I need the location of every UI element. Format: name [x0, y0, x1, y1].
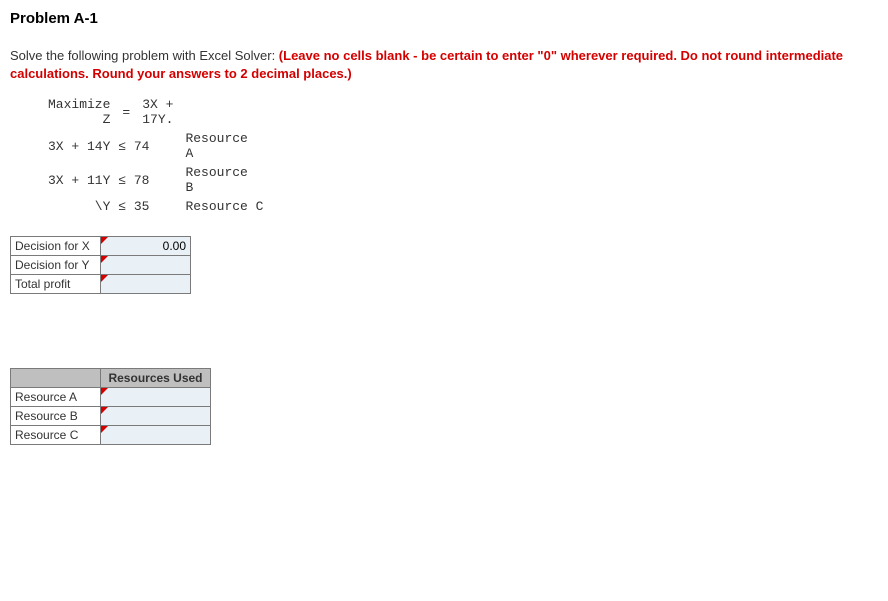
- constraint-3-label: Resource C: [179, 197, 269, 216]
- resource-b-cell[interactable]: [101, 407, 211, 426]
- table-row: Resource C: [11, 426, 211, 445]
- row-label: Total profit: [11, 275, 101, 294]
- total-profit-cell[interactable]: [101, 275, 191, 294]
- constraint-3: \Y ≤ 35: [42, 197, 179, 216]
- row-label: Resource C: [11, 426, 101, 445]
- row-label: Resource B: [11, 407, 101, 426]
- table-row: Decision for X: [11, 237, 191, 256]
- resource-c-cell[interactable]: [101, 426, 211, 445]
- decision-y-cell[interactable]: [101, 256, 191, 275]
- intro-text: Solve the following problem with Excel S…: [10, 47, 878, 83]
- validation-indicator-icon: [101, 407, 108, 414]
- resources-used-header: Resources Used: [101, 369, 211, 388]
- lp-formulation: Maximize Z = 3X + 17Y. 3X + 14Y ≤ 74 Res…: [42, 95, 878, 216]
- table-row: Resource B: [11, 407, 211, 426]
- row-label: Decision for X: [11, 237, 101, 256]
- objective-right: 3X + 17Y.: [136, 95, 179, 129]
- decision-table: Decision for X Decision for Y Total prof…: [10, 236, 191, 294]
- decision-x-cell[interactable]: [101, 237, 191, 256]
- decision-y-input[interactable]: [101, 256, 190, 274]
- table-row: Decision for Y: [11, 256, 191, 275]
- constraint-1-label: Resource A: [179, 129, 269, 163]
- table-header-row: Resources Used: [11, 369, 211, 388]
- header-blank: [11, 369, 101, 388]
- validation-indicator-icon: [101, 256, 108, 263]
- total-profit-input[interactable]: [101, 275, 190, 293]
- constraint-2: 3X + 11Y ≤ 78: [42, 163, 179, 197]
- resources-table: Resources Used Resource A Resource B Res…: [10, 368, 211, 445]
- intro-plain: Solve the following problem with Excel S…: [10, 48, 279, 63]
- row-label: Resource A: [11, 388, 101, 407]
- constraint-2-label: Resource B: [179, 163, 269, 197]
- decision-x-input[interactable]: [101, 237, 190, 255]
- page-title: Problem A-1: [10, 10, 878, 27]
- validation-indicator-icon: [101, 275, 108, 282]
- resource-a-cell[interactable]: [101, 388, 211, 407]
- validation-indicator-icon: [101, 237, 108, 244]
- constraint-1: 3X + 14Y ≤ 74: [42, 129, 179, 163]
- resource-b-input[interactable]: [101, 407, 210, 425]
- table-row: Total profit: [11, 275, 191, 294]
- resource-c-input[interactable]: [101, 426, 210, 444]
- validation-indicator-icon: [101, 388, 108, 395]
- row-label: Decision for Y: [11, 256, 101, 275]
- objective-left: Maximize Z: [42, 95, 116, 129]
- resource-a-input[interactable]: [101, 388, 210, 406]
- objective-eq: =: [116, 95, 136, 129]
- validation-indicator-icon: [101, 426, 108, 433]
- table-row: Resource A: [11, 388, 211, 407]
